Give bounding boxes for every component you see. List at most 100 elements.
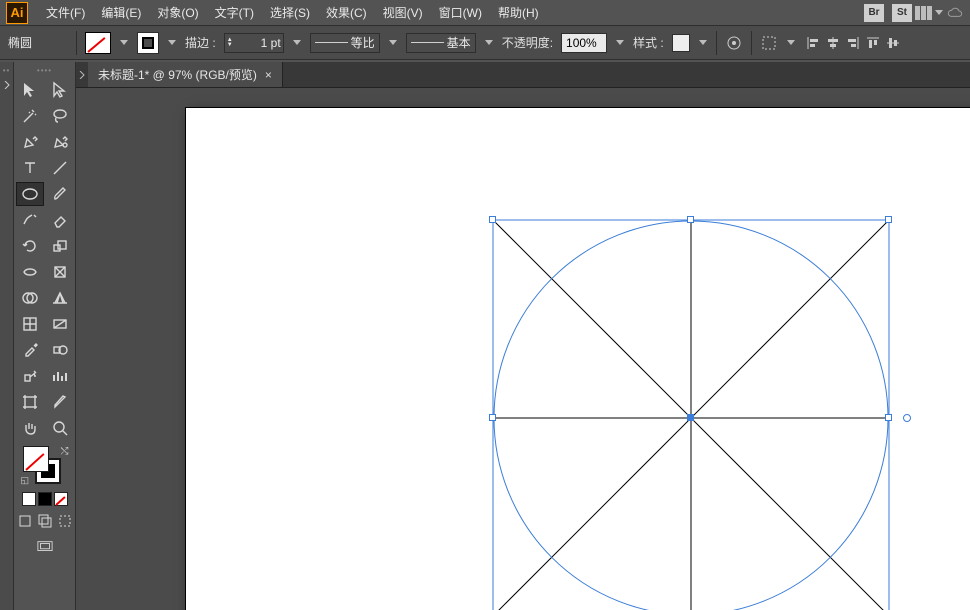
bridge-button[interactable]: Br <box>864 4 884 22</box>
menu-file[interactable]: 文件(F) <box>38 0 93 25</box>
menu-select[interactable]: 选择(S) <box>262 0 318 25</box>
variable-width-profile[interactable]: 等比 <box>310 33 380 53</box>
document-tab[interactable]: 未标题-1* @ 97% (RGB/预览) × <box>88 62 283 87</box>
close-tab-icon[interactable]: × <box>265 68 272 82</box>
curvature-tool[interactable] <box>46 130 74 154</box>
selection-tool[interactable] <box>16 78 44 102</box>
fill-dropdown[interactable] <box>119 40 129 45</box>
align-left-icon[interactable] <box>804 34 822 52</box>
align-vcenter-icon[interactable] <box>884 34 902 52</box>
shape-builder-tool[interactable] <box>16 286 44 310</box>
direct-selection-tool[interactable] <box>46 78 74 102</box>
menu-object[interactable]: 对象(O) <box>149 0 206 25</box>
variable-width-dropdown[interactable] <box>388 40 398 45</box>
toolbox: •••• ⤭ ◱ <box>14 62 76 610</box>
toolbox-grip[interactable]: •••• <box>37 66 52 76</box>
style-dropdown[interactable] <box>698 40 708 45</box>
color-mode-gradient[interactable] <box>38 492 52 506</box>
ellipse-tool[interactable] <box>16 182 44 206</box>
stroke-weight-stepper[interactable]: ▲▼ <box>227 38 233 48</box>
draw-inside-icon[interactable] <box>56 512 74 530</box>
fill-stroke-control[interactable]: ⤭ ◱ <box>21 446 69 486</box>
document-tab-title: 未标题-1* @ 97% (RGB/预览) <box>98 66 257 83</box>
selection-handle-n[interactable] <box>687 216 694 223</box>
menu-view[interactable]: 视图(V) <box>375 0 431 25</box>
selected-artwork[interactable] <box>493 220 889 610</box>
fill-swatch[interactable] <box>85 32 111 54</box>
screen-mode-icon[interactable] <box>36 538 54 556</box>
scale-tool[interactable] <box>46 234 74 258</box>
color-mode-solid[interactable] <box>22 492 36 506</box>
live-shape-widget[interactable] <box>903 414 911 422</box>
opacity-dropdown[interactable] <box>615 40 625 45</box>
align-hcenter-icon[interactable] <box>824 34 842 52</box>
workspace[interactable] <box>76 88 970 610</box>
menu-window[interactable]: 窗口(W) <box>431 0 490 25</box>
app-logo-text: Ai <box>11 5 24 20</box>
zoom-tool[interactable] <box>46 416 74 440</box>
artboard[interactable] <box>186 108 970 610</box>
eraser-tool[interactable] <box>46 208 74 232</box>
stroke-dropdown[interactable] <box>167 40 177 45</box>
paintbrush-tool[interactable] <box>46 182 74 206</box>
blend-tool[interactable] <box>46 338 74 362</box>
perspective-grid-tool[interactable] <box>46 286 74 310</box>
workspace-switcher[interactable] <box>920 4 938 22</box>
line-segment-tool[interactable] <box>46 156 74 180</box>
menu-edit[interactable]: 编辑(E) <box>93 0 149 25</box>
menu-effect[interactable]: 效果(C) <box>318 0 375 25</box>
align-to-dropdown[interactable] <box>786 40 796 45</box>
recolor-artwork-icon[interactable] <box>725 34 743 52</box>
menu-help[interactable]: 帮助(H) <box>490 0 547 25</box>
menubar-right-cluster: Br St <box>864 4 964 22</box>
align-top-icon[interactable] <box>864 34 882 52</box>
graphic-style-swatch[interactable] <box>672 34 690 52</box>
opacity-field[interactable]: 100% <box>561 33 607 53</box>
brush-definition[interactable]: 基本 <box>406 33 476 53</box>
lasso-tool[interactable] <box>46 104 74 128</box>
selection-handle-nw[interactable] <box>489 216 496 223</box>
eyedropper-tool[interactable] <box>16 338 44 362</box>
type-tool[interactable] <box>16 156 44 180</box>
fill-color-box[interactable] <box>23 446 49 472</box>
stroke-weight-value: 1 pt <box>261 36 281 50</box>
free-transform-tool[interactable] <box>46 260 74 284</box>
stock-button[interactable]: St <box>892 4 912 22</box>
artboard-tool[interactable] <box>16 390 44 414</box>
symbol-sprayer-tool[interactable] <box>16 364 44 388</box>
slice-tool[interactable] <box>46 390 74 414</box>
selection-handle-ne[interactable] <box>885 216 892 223</box>
magic-wand-tool[interactable] <box>16 104 44 128</box>
stroke-swatch[interactable] <box>137 32 159 54</box>
align-right-icon[interactable] <box>844 34 862 52</box>
default-fill-stroke-icon[interactable]: ◱ <box>21 475 30 486</box>
draw-behind-icon[interactable] <box>36 512 54 530</box>
stroke-weight-dropdown[interactable] <box>292 40 302 45</box>
column-graph-tool[interactable] <box>46 364 74 388</box>
separator <box>751 31 752 55</box>
tabstrip-expand[interactable] <box>76 62 88 88</box>
selection-handle-e[interactable] <box>885 414 892 421</box>
color-mode-none[interactable] <box>54 492 68 506</box>
stroke-label: 描边 : <box>185 34 216 51</box>
shaper-tool[interactable] <box>16 208 44 232</box>
panel-collapse-strip[interactable]: •• <box>0 62 14 610</box>
brush-dropdown[interactable] <box>484 40 494 45</box>
mesh-tool[interactable] <box>16 312 44 336</box>
width-tool[interactable] <box>16 260 44 284</box>
app-logo: Ai <box>6 2 28 24</box>
stroke-weight-field[interactable]: ▲▼ 1 pt <box>224 33 284 53</box>
color-mode-row <box>22 492 68 506</box>
gradient-tool[interactable] <box>46 312 74 336</box>
sync-cloud-icon[interactable] <box>946 4 964 22</box>
hand-tool[interactable] <box>16 416 44 440</box>
pen-tool[interactable] <box>16 130 44 154</box>
align-to-selection-icon[interactable] <box>760 34 778 52</box>
selection-handle-w[interactable] <box>489 414 496 421</box>
draw-normal-icon[interactable] <box>16 512 34 530</box>
center-anchor[interactable] <box>687 414 694 421</box>
menu-type[interactable]: 文字(T) <box>207 0 262 25</box>
swap-fill-stroke-icon[interactable]: ⤭ <box>61 446 69 457</box>
layout-icon <box>915 6 932 20</box>
rotate-tool[interactable] <box>16 234 44 258</box>
